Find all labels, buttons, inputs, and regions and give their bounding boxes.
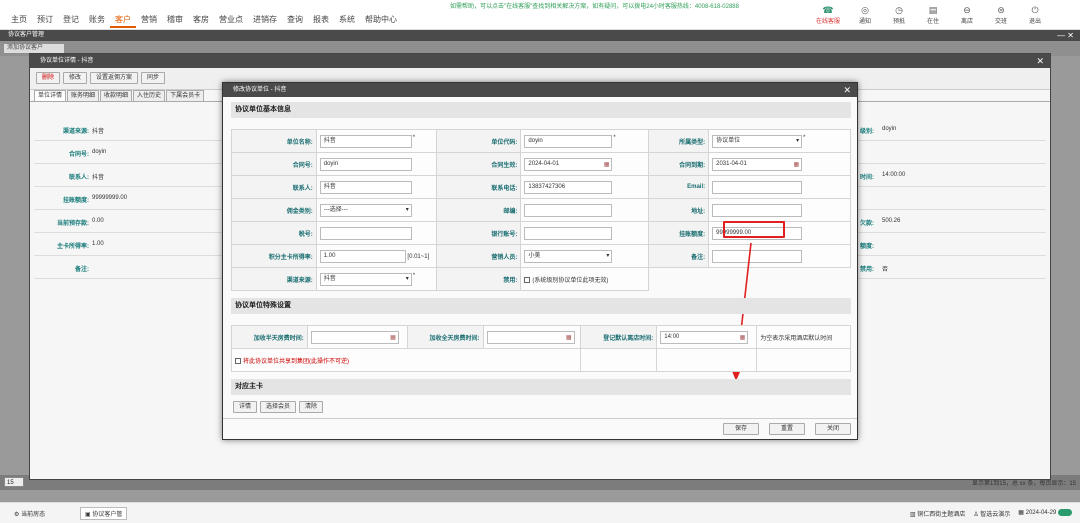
share-label: 将此协议单位共享到集团(此操作不可逆) <box>243 358 349 365</box>
top-icons: ☎ 在线客服 ◎ 通知 ◷ 预抵 ▤ 在住 ⊖ 离店 ⊜ 交班 ⏻ 退出 <box>808 4 1052 25</box>
top-bar: 如需帮助，可以点击"在线客服"查找到相关解决方案，如有疑问，可以拨电24小时客服… <box>0 0 1080 30</box>
tab-unit-detail[interactable]: 单位详情 <box>34 90 67 101</box>
set-commission-button[interactable]: 设置返佣方案 <box>90 72 139 84</box>
page-size-select[interactable]: 15 <box>4 477 24 487</box>
calendar-icon[interactable]: ▦ <box>390 333 396 344</box>
status-bar: ⚙ 当前房态 ▣ 协议客户管 ▥ 铜仁西街主题酒店 ♙ 智选云演示 ▦ 2024… <box>0 502 1080 523</box>
nav-item-home[interactable]: 主页 <box>6 14 32 28</box>
handover-icon: ⊜ <box>997 5 1005 15</box>
nav-item-reports[interactable]: 报表 <box>308 14 334 28</box>
main-card-actions: 详情 选择会员 清除 <box>233 401 324 413</box>
section-special-settings: 协议单位特殊设置 <box>231 298 851 314</box>
notice-button[interactable]: ◎ 通知 <box>848 4 882 25</box>
close-button[interactable]: 关闭 <box>815 423 851 435</box>
taskbar-tab[interactable]: ▣ 协议客户管 <box>80 507 128 520</box>
reset-button[interactable]: 重置 <box>769 423 805 435</box>
half-day-input[interactable]: ▦ <box>310 330 399 344</box>
nav-item-help[interactable]: 帮助中心 <box>360 14 402 28</box>
exit-icon: ⊖ <box>963 5 971 15</box>
delete-button[interactable]: 删除 <box>36 72 61 84</box>
section-main-card: 对应主卡 <box>231 379 851 395</box>
nav-item-accounts[interactable]: 账务 <box>84 14 110 28</box>
share-row: 将此协议单位共享到集团(此操作不可逆) <box>230 348 582 372</box>
help-text: 如需帮助，可以点击"在线客服"查找到相关解决方案，如有疑问，可以拨电24小时客服… <box>450 4 739 10</box>
card-detail-button[interactable]: 详情 <box>233 401 258 413</box>
logout-button[interactable]: ⏻ 退出 <box>1018 4 1052 25</box>
power-icon: ⏻ <box>1031 5 1039 15</box>
module-title: 协议客户管理 <box>8 32 45 38</box>
online-service-button[interactable]: ☎ 在线客服 <box>808 4 848 25</box>
hotel-name: ▥ 铜仁西街主题酒店 <box>909 512 966 518</box>
module-window-controls[interactable]: — ✕ <box>1057 30 1074 41</box>
select-member-button[interactable]: 选择会员 <box>260 401 297 413</box>
hotel-icon: ▥ <box>909 512 916 518</box>
arrival-button[interactable]: ◷ 预抵 <box>882 4 916 25</box>
calendar-icon[interactable]: ▦ <box>566 333 572 344</box>
nav-item-audit[interactable]: 稽审 <box>162 14 188 28</box>
close-icon[interactable]: ✕ <box>1036 54 1044 68</box>
gear-icon: ⚙ <box>14 512 20 518</box>
headset-icon: ☎ <box>822 5 834 15</box>
nav-item-inventory[interactable]: 进销存 <box>248 14 282 28</box>
bed-icon: ▤ <box>928 5 938 15</box>
status-info: ▥ 铜仁西街主题酒店 ♙ 智选云演示 ▦ 2024-04-29 <box>910 509 1072 518</box>
calendar-icon: ▦ <box>1018 510 1024 517</box>
nav-item-outlets[interactable]: 营业点 <box>214 14 248 28</box>
save-button[interactable]: 保存 <box>723 423 759 435</box>
user-icon: ♙ <box>973 512 979 518</box>
inhouse-button[interactable]: ▤ 在住 <box>916 4 950 25</box>
nav-item-reserve[interactable]: 预订 <box>32 14 58 28</box>
dialog-footer: 保存 重置 关闭 <box>723 423 851 435</box>
footer-divider <box>223 418 857 419</box>
unit-detail-titlebar: 协议单位详情 - 抖音 ✕ <box>30 54 1050 68</box>
tab-stay-history[interactable]: 入住历史 <box>133 90 166 101</box>
nav-item-query[interactable]: 查询 <box>282 14 308 28</box>
window-icon: ▣ <box>85 512 91 518</box>
nav-item-rooms[interactable]: 客房 <box>188 14 214 28</box>
tab-payment-detail[interactable]: 收款明细 <box>100 90 133 101</box>
toggle-switch[interactable] <box>1058 509 1072 516</box>
checkout-note: 为空表示采用酒店默认时间 <box>756 325 851 349</box>
nav-item-system[interactable]: 系统 <box>334 14 360 28</box>
module-header: 协议客户管理 — ✕ <box>0 30 1080 41</box>
tab-member-cards[interactable]: 下属会员卡 <box>166 90 205 101</box>
checkout-input[interactable]: 14:00 ▦ <box>660 330 749 344</box>
checkout-label: 登记默认离店时间: <box>580 325 658 349</box>
departure-button[interactable]: ⊖ 离店 <box>950 4 984 25</box>
tab-account-detail[interactable]: 账务明细 <box>67 90 100 101</box>
close-icon[interactable]: ✕ <box>1067 31 1074 40</box>
nav-item-customer[interactable]: 客户 <box>110 14 136 28</box>
user-name: ♙ 智选云演示 <box>973 512 1011 518</box>
handover-button[interactable]: ⊜ 交班 <box>984 4 1018 25</box>
sync-button[interactable]: 同步 <box>141 72 166 84</box>
room-status-button[interactable]: ⚙ 当前房态 <box>14 509 45 518</box>
share-checkbox[interactable] <box>235 357 241 364</box>
bell-icon: ◎ <box>861 5 869 15</box>
full-day-input[interactable]: ▦ <box>486 330 575 344</box>
special-settings-form: 加收半天房费时间: ▦ 加收全天房费时间: ▦ 登记默认离店时间: 14:00 ▦… <box>230 325 851 372</box>
nav-item-checkin[interactable]: 登记 <box>58 14 84 28</box>
calendar-icon[interactable]: ▦ <box>740 333 746 344</box>
edit-button[interactable]: 修改 <box>63 72 88 84</box>
minimize-icon[interactable]: — <box>1057 31 1065 40</box>
main-nav: 主页 预订 登记 账务 客户 营销 稽审 客房 营业点 进销存 查询 报表 系统… <box>6 14 402 28</box>
full-day-label: 加收全天房费时间: <box>406 325 484 349</box>
clock-icon: ◷ <box>895 5 903 15</box>
nav-item-marketing[interactable]: 营销 <box>136 14 162 28</box>
edit-unit-dialog: 修改协议单位 - 抖音 ✕ 协议单位基本信息 单位名称: 抖音 * 单位代码: d… <box>222 82 858 440</box>
current-date: ▦ 2024-04-29 <box>1018 509 1072 518</box>
add-customer-button[interactable]: 添加协议客户 <box>4 44 64 53</box>
clear-card-button[interactable]: 清除 <box>299 401 324 413</box>
unit-detail-title: 协议单位详情 - 抖音 <box>40 58 94 64</box>
half-day-label: 加收半天房费时间: <box>231 325 308 349</box>
